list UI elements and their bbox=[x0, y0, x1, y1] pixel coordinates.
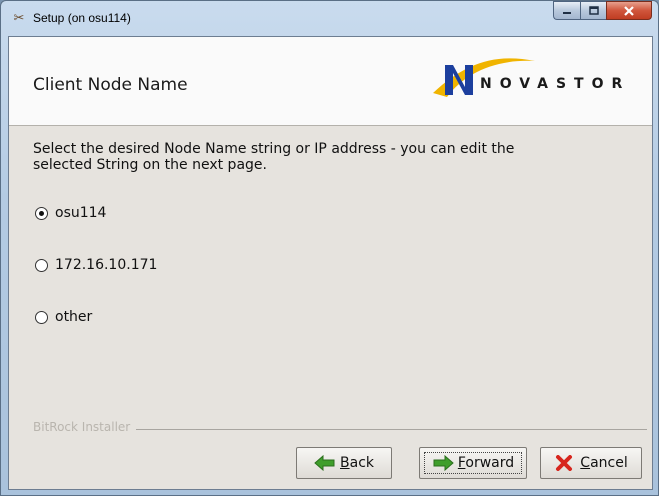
instructions-text: Select the desired Node Name string or I… bbox=[33, 141, 515, 173]
novastor-logo-text: NOVASTOR bbox=[480, 76, 631, 92]
radio-button-checked[interactable] bbox=[35, 206, 48, 220]
arrow-left-icon bbox=[314, 455, 335, 471]
back-label: Back bbox=[340, 455, 374, 471]
cancel-label: Cancel bbox=[580, 455, 628, 471]
maximize-icon bbox=[588, 6, 599, 15]
cancel-x-icon bbox=[556, 455, 573, 471]
setup-window: ✂ Setup (on osu114) Client Node Name NOV… bbox=[0, 0, 659, 496]
radio-button[interactable] bbox=[35, 258, 48, 272]
setup-app-icon: ✂ bbox=[13, 11, 25, 26]
page-title: Client Node Name bbox=[33, 75, 188, 95]
back-button[interactable]: Back bbox=[296, 447, 392, 479]
window-title: Setup (on osu114) bbox=[33, 11, 131, 25]
close-button[interactable] bbox=[606, 1, 652, 20]
minimize-button[interactable] bbox=[553, 1, 580, 20]
caption-buttons bbox=[553, 1, 652, 21]
forward-button[interactable]: Forward bbox=[419, 447, 527, 479]
title-bar[interactable]: ✂ Setup (on osu114) bbox=[1, 1, 658, 37]
option-osu114[interactable]: osu114 bbox=[35, 203, 106, 223]
radio-button[interactable] bbox=[35, 310, 48, 324]
option-label: other bbox=[55, 309, 93, 325]
focus-ring bbox=[424, 452, 522, 474]
minimize-icon bbox=[563, 11, 571, 14]
maximize-button[interactable] bbox=[580, 1, 606, 20]
cancel-button[interactable]: Cancel bbox=[540, 447, 642, 479]
option-ip-address[interactable]: 172.16.10.171 bbox=[35, 255, 157, 275]
page-header: Client Node Name NOVASTOR bbox=[9, 37, 652, 126]
installer-label: BitRock Installer bbox=[33, 420, 137, 434]
option-other[interactable]: other bbox=[35, 307, 92, 327]
option-label: osu114 bbox=[55, 205, 107, 221]
option-label: 172.16.10.171 bbox=[55, 257, 158, 273]
dialog-client-area: Client Node Name NOVASTOR Select the des… bbox=[8, 36, 653, 490]
close-icon bbox=[624, 5, 634, 16]
